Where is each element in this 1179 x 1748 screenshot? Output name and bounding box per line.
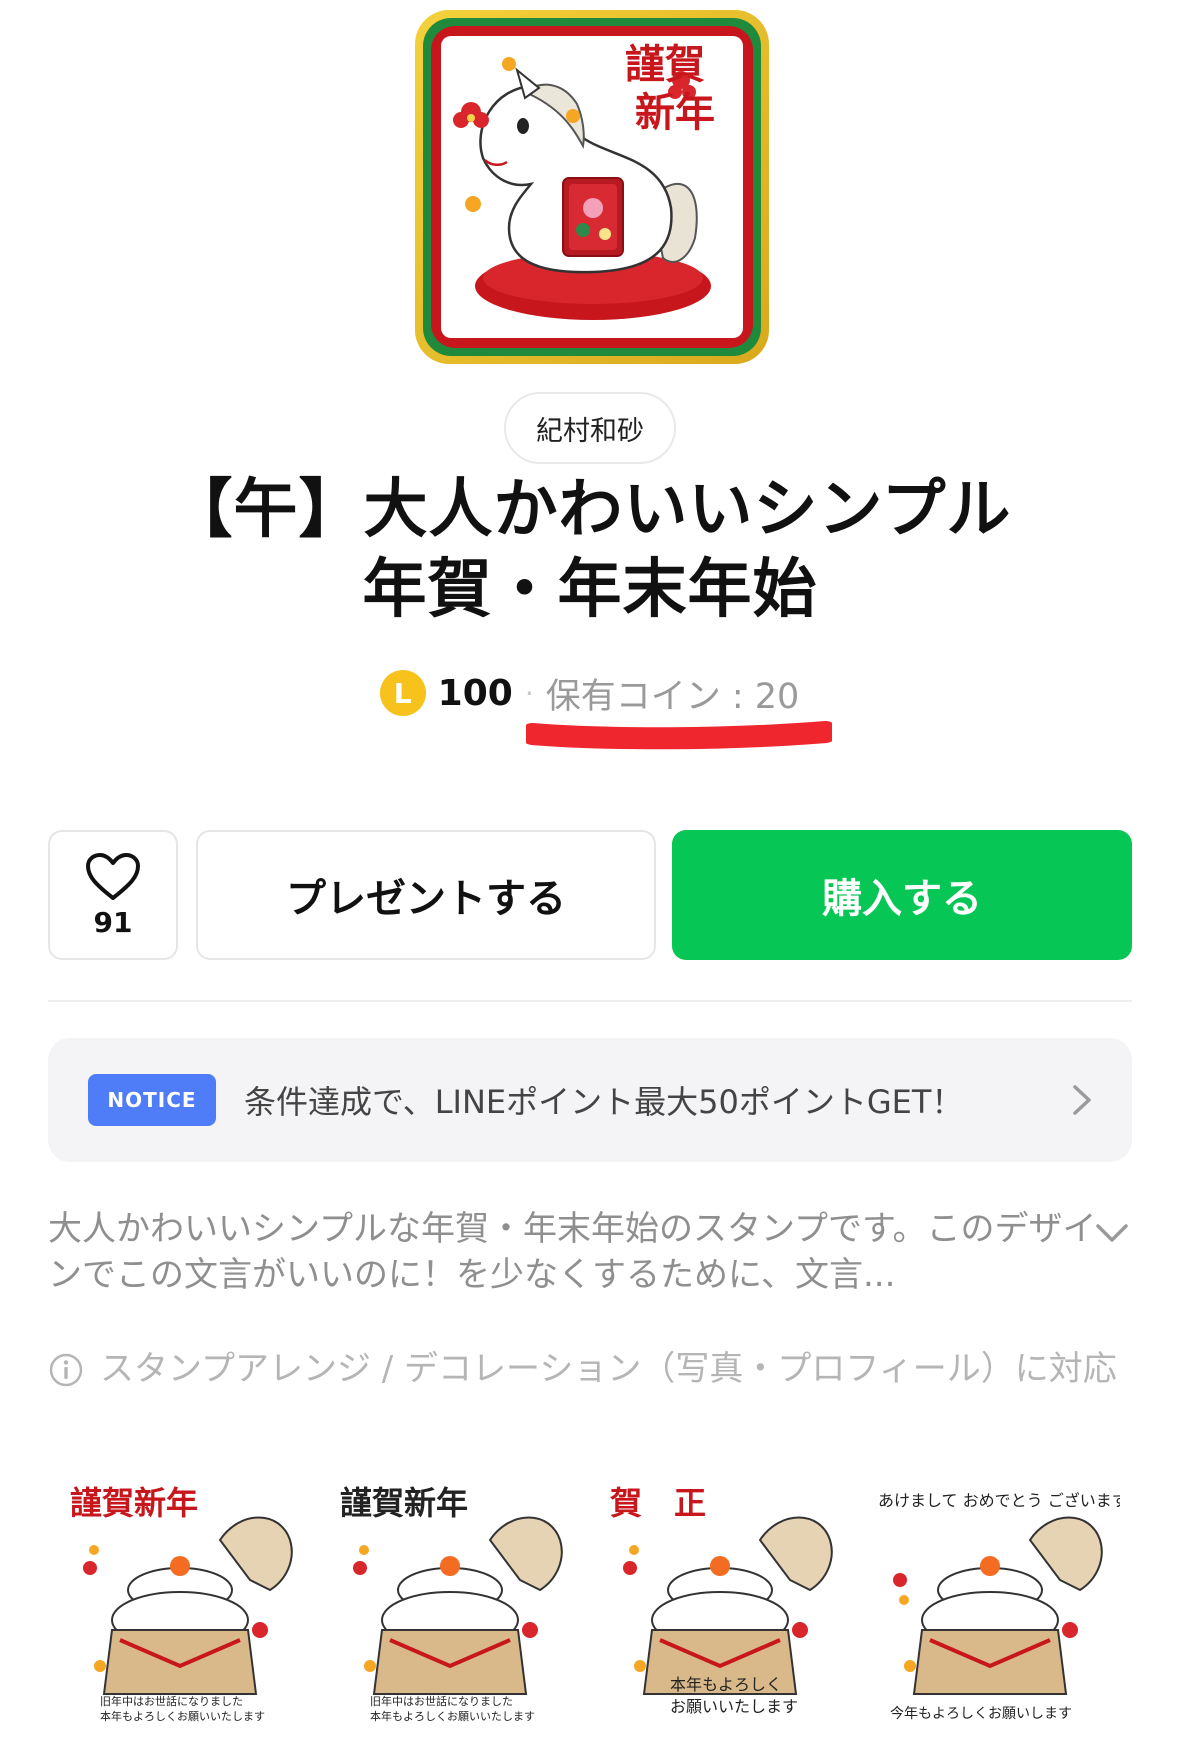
feature-note-text: スタンプアレンジ / デコレーション（写真・プロフィール）に対応 (100, 1349, 1117, 1389)
sticker-caption: あけまして おめでとう ございます (878, 1491, 1120, 1510)
product-title: 【午】大人かわいいシンプル 年賀・年末年始 (60, 470, 1120, 630)
divider (48, 1000, 1132, 1002)
hero-text-greeting-1: 謹賀 (625, 41, 705, 88)
feature-note: スタンプアレンジ / デコレーション（写真・プロフィール）に対応 (48, 1346, 1132, 1392)
buy-button-label: 購入する (822, 876, 982, 922)
sticker-footer-line-2: 本年もよろしくお願いいたします (370, 1709, 535, 1723)
present-button[interactable]: プレゼントする (196, 830, 656, 960)
sticker-footer-line-1: 旧年中はお世話になりました (100, 1694, 243, 1708)
info-icon (49, 1353, 83, 1387)
chevron-right-icon (1073, 1085, 1091, 1115)
product-description: 大人かわいいシンプルな年賀・年末年始のスタンプです。このデザインでこの文言がいい… (48, 1209, 1097, 1295)
horse-kagami-mochi-sticker: 謹賀新年 旧年中はお世話になりました 本年もよろしくお願いいたします (70, 1484, 293, 1723)
sticker-preview-2[interactable]: 謹賀新年 旧年中はお世話になりました 本年もよろしくお願いいたします (330, 1480, 580, 1730)
red-underline-annotation (526, 721, 832, 750)
owned-coins: 保有コイン : 20 (545, 676, 800, 717)
horse-sticker-artwork: 謹賀 新年 (415, 10, 769, 364)
like-count: 91 (93, 905, 133, 939)
horse-kagami-mochi-sticker: あけまして おめでとう ございます 今年もよろしくお願いします (878, 1491, 1120, 1722)
product-title-line-2: 年賀・年末年始 (362, 553, 818, 627)
sticker-preview-grid: 謹賀新年 旧年中はお世話になりました 本年もよろしくお願いいたします 謹賀新年 … (60, 1480, 1120, 1730)
sticker-footer-line-2: お願いいたします (670, 1697, 798, 1716)
chevron-down-icon[interactable] (1092, 1218, 1132, 1248)
sticker-product-page: 謹賀 新年 紀村和砂 【午】大人かわいいシンプル 年賀・年末年始 L 100 ·… (0, 0, 1179, 1748)
notice-text: 条件達成で、LINEポイント最大50ポイントGET！ (244, 1083, 964, 1121)
sticker-footer-line-1: 本年もよろしく (670, 1675, 782, 1694)
product-title-line-1: 【午】大人かわいいシンプル (168, 473, 1012, 547)
heart-icon (86, 852, 140, 900)
present-button-label: プレゼントする (286, 876, 566, 922)
buy-button[interactable]: 購入する (672, 830, 1132, 960)
hero-text-greeting-2: 新年 (635, 89, 715, 136)
sticker-footer-line-2: 今年もよろしくお願いします (890, 1706, 1072, 1722)
sticker-preview-4[interactable]: あけまして おめでとう ございます 今年もよろしくお願いします (870, 1480, 1120, 1730)
like-button[interactable]: 91 (48, 830, 178, 960)
sticker-preview-3[interactable]: 賀 正 本年もよろしく お願いいたします (600, 1480, 850, 1730)
sticker-preview-1[interactable]: 謹賀新年 旧年中はお世話になりました 本年もよろしくお願いいたします (60, 1480, 310, 1730)
sticker-footer-line-2: 本年もよろしくお願いいたします (100, 1709, 265, 1723)
sticker-footer-line-1: 旧年中はお世話になりました (370, 1694, 513, 1708)
notice-banner[interactable]: NOTICE 条件達成で、LINEポイント最大50ポイントGET！ (48, 1038, 1132, 1162)
author-chip[interactable]: 紀村和砂 (504, 392, 676, 464)
horse-kagami-mochi-sticker: 賀 正 本年もよろしく お願いいたします (610, 1484, 833, 1716)
price-separator: · (524, 676, 534, 710)
sticker-caption: 謹賀新年 (70, 1484, 198, 1522)
price-value: 100 (437, 672, 513, 714)
horse-kagami-mochi-sticker: 謹賀新年 旧年中はお世話になりました 本年もよろしくお願いいたします (340, 1484, 563, 1723)
author-name: 紀村和砂 (536, 415, 644, 447)
sticker-caption: 謹賀新年 (340, 1484, 468, 1522)
product-main-image: 謹賀 新年 (413, 8, 771, 366)
price-row: L 100 · 保有コイン : 20 (0, 665, 1179, 721)
line-coin-icon: L (379, 670, 426, 716)
notice-badge: NOTICE (88, 1074, 216, 1126)
sticker-caption: 賀 正 (610, 1484, 706, 1522)
